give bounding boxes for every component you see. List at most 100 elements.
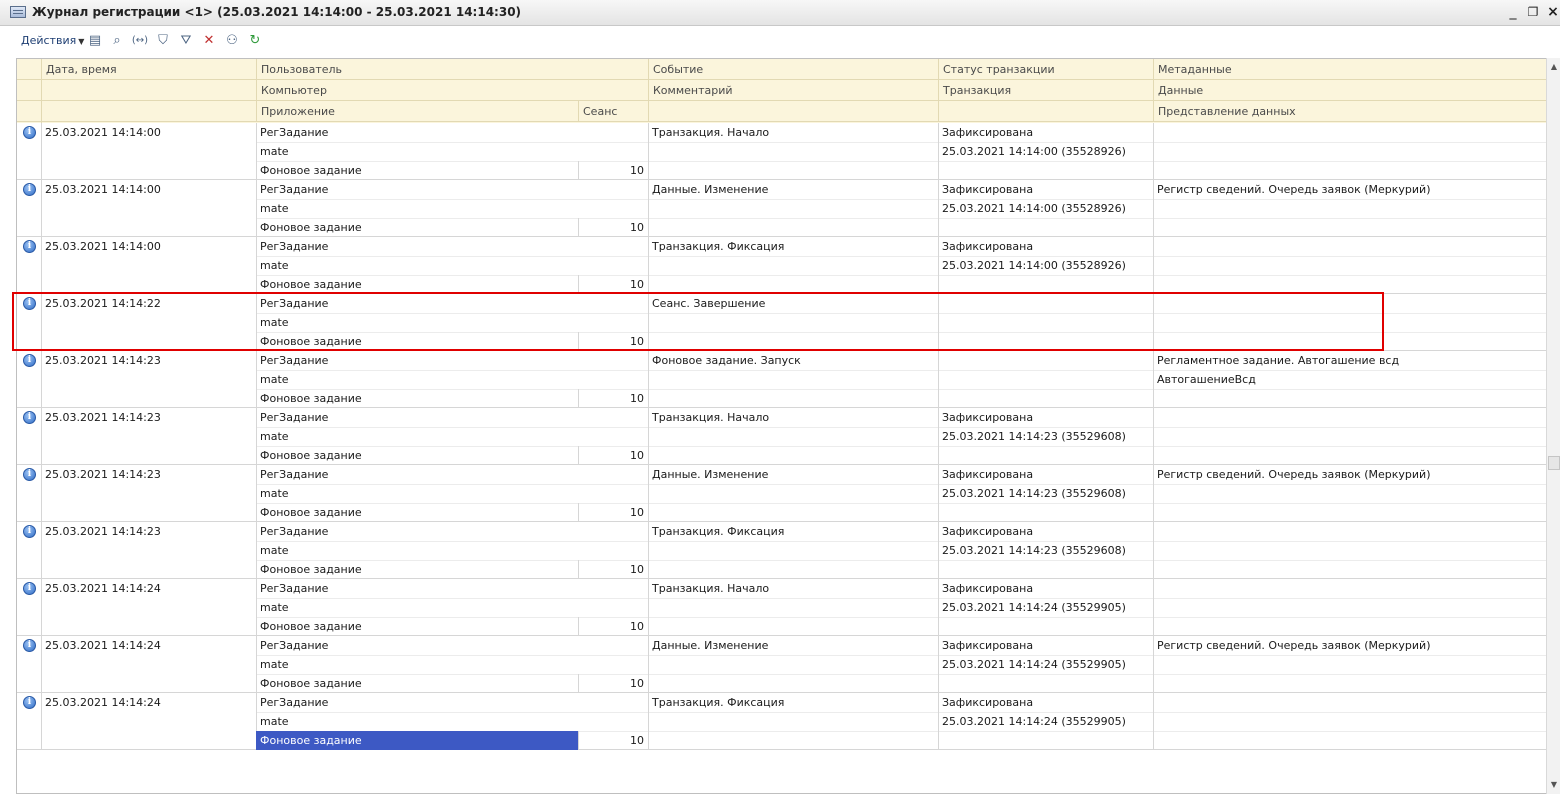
cell-comment[interactable]: [648, 199, 938, 218]
scroll-up-icon[interactable]: ▲: [1548, 60, 1560, 74]
vertical-scrollbar[interactable]: ▲ ▼: [1546, 58, 1560, 794]
cell-session[interactable]: 10: [578, 161, 648, 180]
cell-computer[interactable]: mate: [256, 370, 648, 389]
table-row[interactable]: i 25.03.2021 14:14:00 РегЗадание mate Фоново…: [17, 123, 1546, 180]
cell-event[interactable]: Транзакция. Фиксация: [648, 237, 938, 256]
cell-date[interactable]: 25.03.2021 14:14:00: [41, 123, 256, 142]
cell-session[interactable]: 10: [578, 617, 648, 636]
table-row[interactable]: i 25.03.2021 14:14:23 РегЗадание mate Фоново…: [17, 351, 1546, 408]
find-icon[interactable]: ⌕: [108, 32, 126, 50]
event-log-table[interactable]: Дата, время Пользователь Событие Статус …: [16, 58, 1546, 794]
cell-session[interactable]: 10: [578, 560, 648, 579]
cell-date[interactable]: 25.03.2021 14:14:24: [41, 693, 256, 712]
cell-user[interactable]: РегЗадание: [256, 522, 648, 541]
scroll-thumb[interactable]: [1548, 456, 1560, 470]
cell-transaction[interactable]: 25.03.2021 14:14:24 (35529905): [938, 598, 1153, 617]
cell-application[interactable]: Фоновое задание: [256, 218, 578, 237]
cell-status[interactable]: Зафиксирована: [938, 636, 1153, 655]
cell-status[interactable]: Зафиксирована: [938, 123, 1153, 142]
col-comment[interactable]: Комментарий: [648, 80, 938, 101]
table-row[interactable]: i 25.03.2021 14:14:23 РегЗадание mate Фоново…: [17, 522, 1546, 579]
cell-status[interactable]: Зафиксирована: [938, 465, 1153, 484]
clear-filter-icon[interactable]: ✕: [200, 32, 218, 50]
cell-data[interactable]: [1153, 427, 1546, 446]
cell-comment[interactable]: [648, 370, 938, 389]
cell-data[interactable]: [1153, 655, 1546, 674]
cell-session[interactable]: 10: [578, 674, 648, 693]
cell-user[interactable]: РегЗадание: [256, 636, 648, 655]
cell-data-presentation[interactable]: [1153, 617, 1546, 636]
cell-user[interactable]: РегЗадание: [256, 408, 648, 427]
cell-user[interactable]: РегЗадание: [256, 237, 648, 256]
col-application[interactable]: Приложение: [256, 101, 578, 122]
cell-metadata[interactable]: Регистр сведений. Очередь заявок (Меркур…: [1153, 636, 1546, 655]
cell-session[interactable]: 10: [578, 389, 648, 408]
cell-computer[interactable]: mate: [256, 655, 648, 674]
cell-status[interactable]: Зафиксирована: [938, 408, 1153, 427]
cell-event[interactable]: Транзакция. Начало: [648, 408, 938, 427]
cell-metadata[interactable]: [1153, 522, 1546, 541]
cell-status[interactable]: Зафиксирована: [938, 180, 1153, 199]
cell-comment[interactable]: [648, 712, 938, 731]
cell-data-presentation[interactable]: [1153, 560, 1546, 579]
cell-comment[interactable]: [648, 427, 938, 446]
cell-user[interactable]: РегЗадание: [256, 351, 648, 370]
cell-event[interactable]: Транзакция. Начало: [648, 579, 938, 598]
restore-button[interactable]: ❐: [1526, 4, 1540, 20]
table-row[interactable]: i 25.03.2021 14:14:24 РегЗадание mate Фоново…: [17, 579, 1546, 636]
cell-comment[interactable]: [648, 541, 938, 560]
minimize-button[interactable]: _: [1506, 4, 1520, 20]
cell-data[interactable]: [1153, 541, 1546, 560]
cell-transaction[interactable]: 25.03.2021 14:14:24 (35529905): [938, 655, 1153, 674]
cell-event[interactable]: Фоновое задание. Запуск: [648, 351, 938, 370]
cell-computer[interactable]: mate: [256, 484, 648, 503]
users-icon[interactable]: ⚇: [223, 32, 241, 50]
cell-transaction[interactable]: 25.03.2021 14:14:23 (35529608): [938, 427, 1153, 446]
table-row[interactable]: i 25.03.2021 14:14:24 РегЗадание mate Фоново…: [17, 636, 1546, 693]
cell-transaction[interactable]: 25.03.2021 14:14:23 (35529608): [938, 484, 1153, 503]
table-row[interactable]: i 25.03.2021 14:14:00 РегЗадание mate Фоново…: [17, 237, 1546, 294]
filter-icon[interactable]: ⛉: [154, 32, 172, 50]
col-event[interactable]: Событие: [648, 59, 938, 80]
cell-data[interactable]: [1153, 199, 1546, 218]
cell-data-presentation[interactable]: [1153, 218, 1546, 237]
cell-metadata[interactable]: [1153, 408, 1546, 427]
close-button[interactable]: ×: [1546, 4, 1560, 20]
cell-session[interactable]: 10: [578, 731, 648, 750]
cell-computer[interactable]: mate: [256, 541, 648, 560]
cell-transaction[interactable]: 25.03.2021 14:14:00 (35528926): [938, 142, 1153, 161]
cell-transaction[interactable]: 25.03.2021 14:14:00 (35528926): [938, 256, 1153, 275]
cell-data[interactable]: [1153, 256, 1546, 275]
cell-transaction[interactable]: [938, 370, 1153, 389]
cell-application[interactable]: Фоновое задание: [256, 446, 578, 465]
cell-metadata[interactable]: Регистр сведений. Очередь заявок (Меркур…: [1153, 465, 1546, 484]
cell-metadata[interactable]: [1153, 237, 1546, 256]
cell-user[interactable]: РегЗадание: [256, 693, 648, 712]
cell-application[interactable]: Фоновое задание: [256, 731, 578, 750]
cell-application[interactable]: Фоновое задание: [256, 617, 578, 636]
cell-date[interactable]: 25.03.2021 14:14:23: [41, 465, 256, 484]
cell-user[interactable]: РегЗадание: [256, 123, 648, 142]
cell-application[interactable]: Фоновое задание: [256, 560, 578, 579]
cell-transaction[interactable]: 25.03.2021 14:14:00 (35528926): [938, 199, 1153, 218]
cell-status[interactable]: Зафиксирована: [938, 693, 1153, 712]
cell-metadata[interactable]: [1153, 123, 1546, 142]
cell-date[interactable]: 25.03.2021 14:14:23: [41, 351, 256, 370]
table-row[interactable]: i 25.03.2021 14:14:24 РегЗадание mate Фоново…: [17, 693, 1546, 750]
cell-date[interactable]: 25.03.2021 14:14:00: [41, 237, 256, 256]
cell-status[interactable]: Зафиксирована: [938, 237, 1153, 256]
table-row[interactable]: i 25.03.2021 14:14:23 РегЗадание mate Фоново…: [17, 465, 1546, 522]
cell-comment[interactable]: [648, 484, 938, 503]
col-data[interactable]: Данные: [1153, 80, 1546, 101]
cell-data[interactable]: [1153, 598, 1546, 617]
cell-event[interactable]: Транзакция. Начало: [648, 123, 938, 142]
cell-event[interactable]: Данные. Изменение: [648, 180, 938, 199]
cell-data[interactable]: [1153, 712, 1546, 731]
cell-session[interactable]: 10: [578, 218, 648, 237]
cell-comment[interactable]: [648, 655, 938, 674]
actions-menu-button[interactable]: Действия ▼: [21, 34, 84, 47]
cell-session[interactable]: 10: [578, 503, 648, 522]
cell-comment[interactable]: [648, 256, 938, 275]
col-computer[interactable]: Компьютер: [256, 80, 649, 101]
cell-metadata[interactable]: Регламентное задание. Автогашение всд: [1153, 351, 1546, 370]
